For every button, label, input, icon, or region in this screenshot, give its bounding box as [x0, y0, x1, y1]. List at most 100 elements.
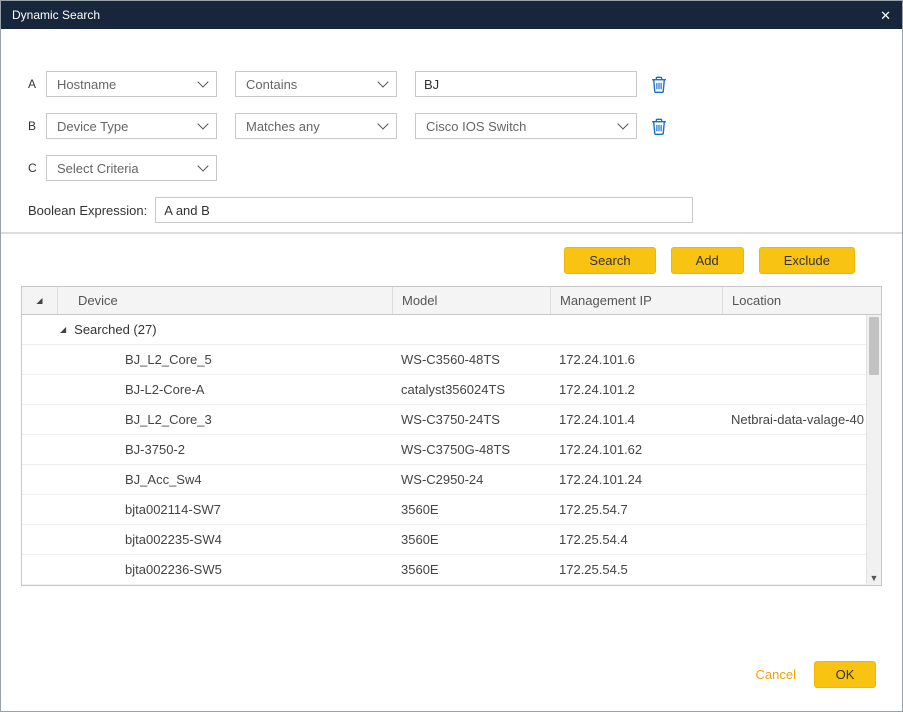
- operator-select-b-value: Matches any: [246, 119, 320, 134]
- cell-location: Netbrai-data-valage-40: [722, 405, 881, 434]
- scrollbar-thumb[interactable]: [869, 317, 879, 375]
- dynamic-search-dialog: Dynamic Search ✕ A Hostname Contains: [0, 0, 903, 712]
- criteria-row-c: C Select Criteria: [28, 155, 235, 181]
- field-select-c[interactable]: Select Criteria: [46, 155, 217, 181]
- table-row[interactable]: BJ-L2-Core-A catalyst356024TS 172.24.101…: [22, 375, 881, 405]
- row-arrow-cell: [22, 345, 57, 374]
- collapse-all-button[interactable]: ◢: [22, 287, 57, 314]
- close-icon[interactable]: ✕: [880, 9, 891, 22]
- value-select-b-value: Cisco IOS Switch: [426, 119, 526, 134]
- table-row[interactable]: BJ_L2_Core_5 WS-C3560-48TS 172.24.101.6: [22, 345, 881, 375]
- value-select-b[interactable]: Cisco IOS Switch: [415, 113, 637, 139]
- cancel-button[interactable]: Cancel: [756, 667, 796, 682]
- chevron-down-icon: [377, 118, 388, 129]
- chevron-down-icon: [197, 160, 208, 171]
- row-arrow-cell: [22, 375, 57, 404]
- value-input-a[interactable]: [415, 71, 637, 97]
- chevron-down-icon: [617, 118, 628, 129]
- search-button[interactable]: Search: [564, 247, 655, 274]
- delete-row-a-button[interactable]: [651, 76, 667, 93]
- cell-management-ip: 172.24.101.24: [550, 465, 722, 494]
- field-select-a[interactable]: Hostname: [46, 71, 217, 97]
- table-row[interactable]: BJ_Acc_Sw4 WS-C2950-24 172.24.101.24: [22, 465, 881, 495]
- cell-device: bjta002235-SW4: [57, 525, 392, 554]
- trash-icon: [651, 123, 667, 138]
- cell-model: 3560E: [392, 495, 550, 524]
- cell-location: [722, 345, 881, 374]
- field-select-b-value: Device Type: [57, 119, 128, 134]
- dialog-title: Dynamic Search: [12, 8, 100, 22]
- operator-select-a-value: Contains: [246, 77, 297, 92]
- cell-device: BJ_L2_Core_3: [57, 405, 392, 434]
- col-header-device[interactable]: Device: [57, 287, 392, 314]
- operator-select-a[interactable]: Contains: [235, 71, 397, 97]
- field-select-b[interactable]: Device Type: [46, 113, 217, 139]
- cell-device: BJ-3750-2: [57, 435, 392, 464]
- cell-device: bjta002114-SW7: [57, 495, 392, 524]
- cell-model: WS-C3750G-48TS: [392, 435, 550, 464]
- table-row[interactable]: bjta002235-SW4 3560E 172.25.54.4: [22, 525, 881, 555]
- cell-management-ip: 172.24.101.62: [550, 435, 722, 464]
- cell-device: bjta002236-SW5: [57, 555, 392, 584]
- field-select-c-value: Select Criteria: [57, 161, 139, 176]
- table-body: ◢ Searched (27) BJ_L2_Core_5 WS-C3560-48…: [22, 315, 881, 585]
- cell-management-ip: 172.24.101.4: [550, 405, 722, 434]
- boolean-expression-input[interactable]: [155, 197, 693, 223]
- cell-location: [722, 375, 881, 404]
- cell-model: 3560E: [392, 555, 550, 584]
- group-expand-icon[interactable]: ◢: [60, 326, 66, 334]
- cell-management-ip: 172.24.101.6: [550, 345, 722, 374]
- criteria-row-a: A Hostname Contains: [28, 71, 667, 97]
- col-header-model[interactable]: Model: [392, 287, 550, 314]
- row-arrow-cell: [22, 405, 57, 434]
- table-row[interactable]: bjta002236-SW5 3560E 172.25.54.5: [22, 555, 881, 585]
- criteria-label-b: B: [28, 119, 46, 133]
- row-arrow-cell: [22, 435, 57, 464]
- cell-management-ip: 172.25.54.7: [550, 495, 722, 524]
- row-arrow-cell: [22, 555, 57, 584]
- add-button[interactable]: Add: [671, 247, 744, 274]
- table-row[interactable]: bjta002114-SW7 3560E 172.25.54.7: [22, 495, 881, 525]
- cell-management-ip: 172.25.54.5: [550, 555, 722, 584]
- criteria-row-b: B Device Type Matches any Cisco IOS Swit…: [28, 113, 667, 139]
- criteria-label-c: C: [28, 161, 46, 175]
- operator-select-b[interactable]: Matches any: [235, 113, 397, 139]
- delete-row-b-button[interactable]: [651, 118, 667, 135]
- ok-button[interactable]: OK: [814, 661, 876, 688]
- chevron-down-icon: [197, 76, 208, 87]
- boolean-expression-row: Boolean Expression:: [28, 197, 693, 223]
- cell-model: 3560E: [392, 525, 550, 554]
- cell-model: WS-C3750-24TS: [392, 405, 550, 434]
- cell-device: BJ-L2-Core-A: [57, 375, 392, 404]
- dialog-titlebar: Dynamic Search ✕: [1, 1, 902, 29]
- cell-model: WS-C2950-24: [392, 465, 550, 494]
- table-header: ◢ Device Model Management IP Location: [22, 287, 881, 315]
- chevron-down-icon: [377, 76, 388, 87]
- table-row[interactable]: BJ-3750-2 WS-C3750G-48TS 172.24.101.62: [22, 435, 881, 465]
- row-arrow-cell: [22, 465, 57, 494]
- table-scrollbar[interactable]: ▼: [866, 315, 881, 585]
- col-header-management-ip[interactable]: Management IP: [550, 287, 722, 314]
- device-table: ◢ Device Model Management IP Location ◢ …: [21, 286, 882, 586]
- cell-management-ip: 172.25.54.4: [550, 525, 722, 554]
- chevron-down-icon: [197, 118, 208, 129]
- cell-device: BJ_Acc_Sw4: [57, 465, 392, 494]
- action-buttons: Search Add Exclude: [564, 247, 855, 274]
- divider: [1, 232, 902, 234]
- group-label: Searched (27): [74, 322, 156, 337]
- group-row-searched[interactable]: ◢ Searched (27): [22, 315, 881, 345]
- exclude-button[interactable]: Exclude: [759, 247, 855, 274]
- cell-location: [722, 525, 881, 554]
- col-header-location[interactable]: Location: [722, 287, 881, 314]
- cell-model: WS-C3560-48TS: [392, 345, 550, 374]
- cell-management-ip: 172.24.101.2: [550, 375, 722, 404]
- row-arrow-cell: [22, 495, 57, 524]
- cell-device: BJ_L2_Core_5: [57, 345, 392, 374]
- scroll-down-icon[interactable]: ▼: [867, 574, 881, 583]
- collapse-all-icon: ◢: [36, 297, 42, 305]
- cell-location: [722, 435, 881, 464]
- row-arrow-cell: [22, 525, 57, 554]
- cell-location: [722, 555, 881, 584]
- table-row[interactable]: BJ_L2_Core_3 WS-C3750-24TS 172.24.101.4 …: [22, 405, 881, 435]
- cell-location: [722, 495, 881, 524]
